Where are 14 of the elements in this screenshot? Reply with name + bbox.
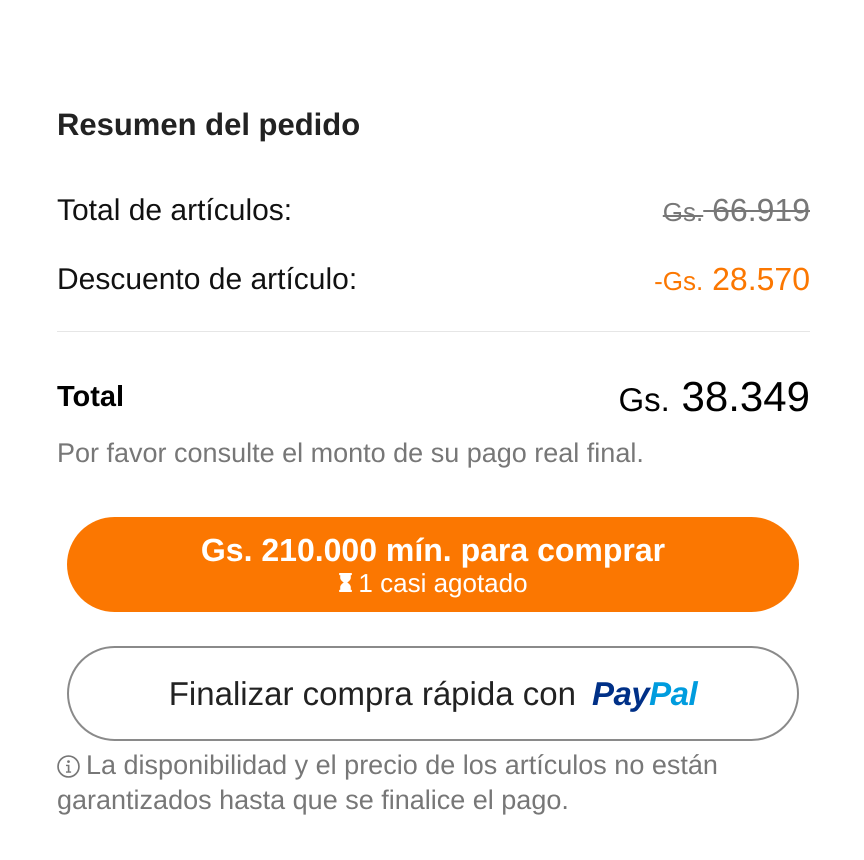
total-amount: Gs. 38.349: [618, 373, 810, 421]
express-checkout-button[interactable]: Finalizar compra rápida con PayPal: [67, 646, 799, 741]
line-amount: Gs. 66.919: [662, 192, 810, 229]
stock-warning: 1 casi agotado: [358, 568, 528, 598]
section-title: Resumen del pedido: [57, 106, 362, 144]
payment-note: Por favor consulte el monto de su pago real final.: [57, 437, 645, 470]
line-label: Descuento de artículo:: [57, 262, 358, 296]
hourglass-icon: [338, 573, 354, 592]
brand-logo: PayPal: [592, 674, 698, 712]
disclaimer-text: La disponibilidad y el precio de los artículos no están garantizados hasta que se finalice el pago.: [57, 749, 719, 817]
info-icon: [57, 755, 80, 778]
total-label: Total: [57, 380, 124, 414]
line-label: Total de artículos:: [57, 194, 292, 228]
line-amount: -Gs. 28.570: [654, 261, 810, 298]
